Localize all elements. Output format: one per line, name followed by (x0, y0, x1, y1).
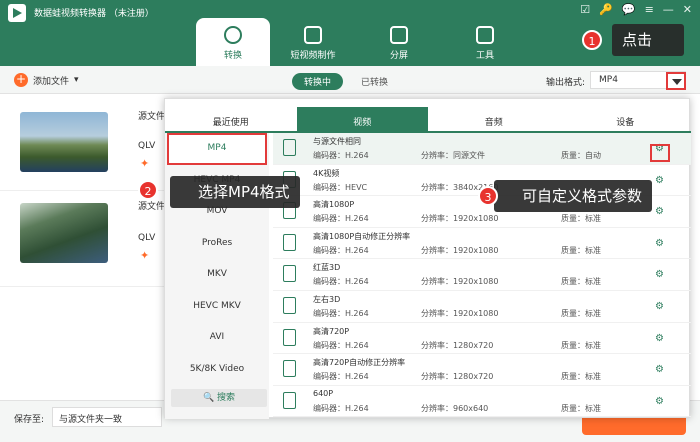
split-icon (390, 26, 408, 44)
format-item-5k8k[interactable]: 5K/8K Video (165, 354, 269, 386)
gear-icon[interactable]: ⚙ (655, 175, 664, 186)
file-list: 源文件 QLV ✦ 源文件 QLV ✦ (0, 95, 166, 400)
list-item[interactable]: 高清720P 编码器：H.264 分辨率：1280x720 质量：标准 ⚙ (273, 323, 691, 355)
tab-split-screen[interactable]: 分屏 (356, 18, 442, 66)
feedback-icon[interactable]: ☑ (580, 3, 590, 16)
toolbox-icon (476, 26, 494, 44)
app-title: 数据蛙视频转换器 （未注册） (34, 9, 154, 19)
gear-icon[interactable]: ⚙ (655, 206, 664, 217)
video-thumbnail (20, 203, 108, 263)
tab-short-video[interactable]: 短视频制作 (270, 18, 356, 66)
list-item[interactable]: 左右3D 编码器：H.264 分辨率：1920x1080 质量：标准 ⚙ (273, 291, 691, 323)
file-icon (283, 233, 296, 251)
tab-device[interactable]: 设备 (560, 107, 692, 131)
format-item-hevc-mkv[interactable]: HEVC MKV (165, 291, 269, 323)
annotation-tip-1: 点击 (612, 24, 684, 56)
format-panel: 最近使用 视频 音频 设备 MP4 HEVC MP4 MOV ProRes MK… (164, 98, 691, 419)
file-icon (283, 139, 296, 156)
format-item-mkv[interactable]: MKV (165, 259, 269, 291)
save-path-select[interactable]: 与源文件夹一致 (52, 407, 162, 427)
minimize-icon[interactable]: — (663, 3, 674, 16)
format-category-tabs: 最近使用 视频 音频 设备 (165, 107, 691, 133)
app-logo-icon (8, 4, 26, 22)
format-item-prores[interactable]: ProRes (165, 228, 269, 260)
annotation-number-3: 3 (478, 186, 498, 206)
annotation-tip-2: 选择MP4格式 (170, 176, 300, 208)
file-icon (283, 328, 296, 346)
tab-audio[interactable]: 音频 (428, 107, 560, 131)
list-item[interactable]: 与源文件相同 编码器：H.264 分辨率：同源文件 质量：自动 ⚙ (273, 133, 691, 165)
file-icon (283, 391, 296, 409)
edit-icon[interactable]: ✦ (140, 249, 149, 262)
format-item-avi[interactable]: AVI (165, 322, 269, 354)
list-item[interactable]: 高清720P自动修正分辨率 编码器：H.264 分辨率：1280x720 质量：标准 ⚙ (273, 354, 691, 386)
tab-tools[interactable]: 工具 (442, 18, 528, 66)
annotation-number-2: 2 (138, 180, 158, 200)
gear-icon[interactable]: ⚙ (655, 364, 664, 375)
tab-video[interactable]: 视频 (296, 107, 428, 131)
gear-icon[interactable]: ⚙ (655, 301, 664, 312)
file-icon (283, 296, 296, 314)
gear-highlight (650, 144, 670, 162)
video-thumbnail (20, 112, 108, 172)
edit-icon[interactable]: ✦ (140, 157, 149, 170)
format-label: QLV (138, 233, 156, 243)
list-item[interactable]: 高清1080P自动修正分辨率 编码器：H.264 分辨率：1920x1080 质量：标… (273, 228, 691, 260)
file-icon (283, 265, 296, 283)
list-item[interactable]: 红蓝3D 编码器：H.264 分辨率：1920x1080 质量：标准 ⚙ (273, 259, 691, 291)
preset-list: 与源文件相同 编码器：H.264 分辨率：同源文件 质量：自动 ⚙ 4K视频 编码器：HE… (273, 133, 691, 419)
list-item[interactable]: 源文件 QLV ✦ (0, 95, 166, 191)
gear-icon[interactable]: ⚙ (655, 269, 664, 280)
gear-icon[interactable]: ⚙ (655, 333, 664, 344)
tab-recent[interactable]: 最近使用 (165, 107, 297, 131)
add-file-button[interactable]: + 添加文件 ▾ (14, 73, 79, 87)
status-segment: 转换中 已转换 (292, 73, 400, 90)
source-label: 源文件 (138, 202, 166, 212)
format-dropdown-button[interactable] (666, 72, 686, 90)
key-icon[interactable]: 🔑 (599, 3, 613, 16)
gear-icon[interactable]: ⚙ (655, 238, 664, 249)
format-label: QLV (138, 141, 156, 151)
output-format-label: 输出格式: (546, 78, 586, 88)
annotation-number-1: 1 (582, 30, 602, 50)
list-item[interactable]: 源文件 QLV ✦ (0, 191, 166, 287)
save-to-label: 保存至: (14, 415, 45, 425)
chevron-down-icon: ▾ (74, 75, 79, 85)
plus-icon: + (14, 72, 28, 87)
chat-icon[interactable]: 💬 (622, 3, 636, 16)
tab-convert[interactable]: 转换 (196, 18, 270, 66)
convert-icon (224, 26, 242, 44)
source-label: 源文件 (138, 112, 166, 122)
format-item-mp4[interactable]: MP4 (167, 133, 267, 165)
video-icon (304, 26, 322, 44)
main-tabs: 转换 短视频制作 分屏 工具 (196, 18, 528, 66)
annotation-tip-3: 可自定义格式参数 (494, 180, 653, 212)
seg-converted[interactable]: 已转换 (349, 73, 400, 90)
format-search-button[interactable]: 🔍 搜索 (171, 389, 267, 407)
file-icon (283, 360, 296, 378)
gear-icon[interactable]: ⚙ (655, 396, 664, 407)
seg-converting[interactable]: 转换中 (292, 73, 344, 90)
toolbar: + 添加文件 ▾ 转换中 已转换 输出格式: MP4 (0, 66, 700, 94)
list-item[interactable]: 640P 编码器：H.264 分辨率：960x640 质量：标准 ⚙ (273, 386, 691, 418)
close-icon[interactable]: ✕ (683, 3, 692, 16)
window-controls: ☑ 🔑 💬 ≡ — ✕ (580, 3, 692, 16)
menu-icon[interactable]: ≡ (645, 3, 654, 16)
